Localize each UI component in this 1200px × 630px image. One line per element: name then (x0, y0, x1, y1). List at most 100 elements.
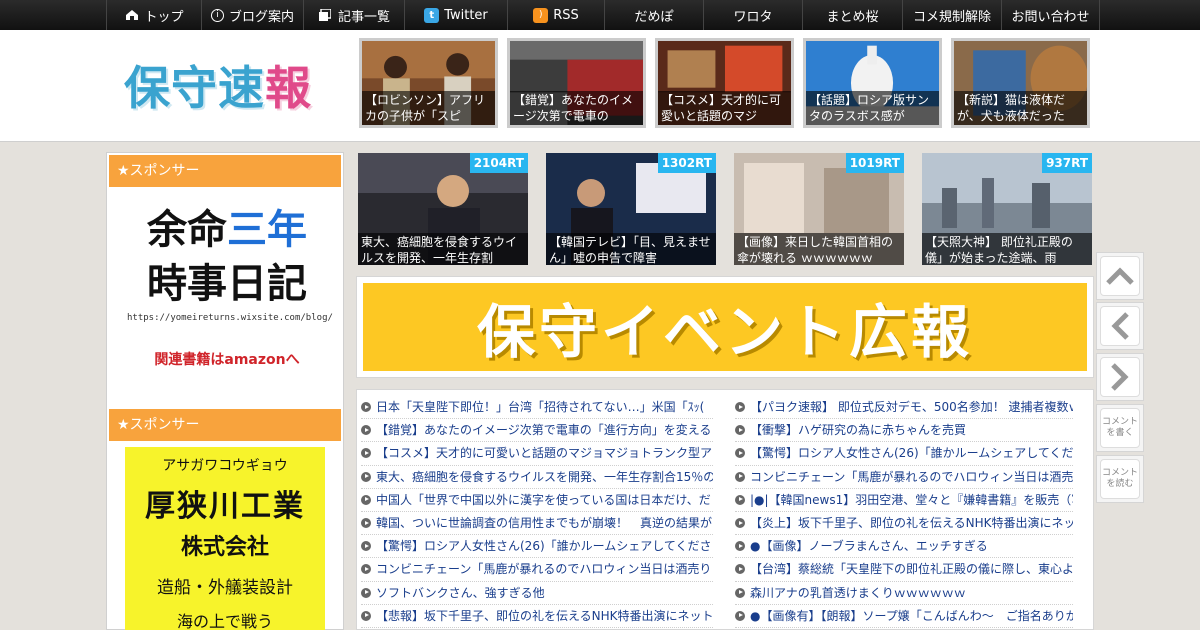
sponsor-ad-yomei[interactable]: 余命三年 時事日記 https://yomeireturns.wixsite.c… (127, 203, 333, 369)
headline-link[interactable]: ●【画像有】【朗報】ソープ嬢「こんばんわ～ ご指名ありがと (750, 605, 1073, 627)
list-item[interactable]: ●【画像有】【朗報】ソープ嬢「こんばんわ～ ご指名ありがと (735, 605, 1073, 628)
thumb-caption: 【新説】猫は液体だが、犬も液体だった (954, 91, 1087, 125)
list-item[interactable]: ●【画像】ノーブラまんさん、エッチすぎる (735, 535, 1073, 559)
nav-label: 記事一覧 (337, 9, 390, 25)
list-item[interactable]: 東大、癌細胞を侵食するウイルスを開発、一年生存割合15％の (361, 466, 713, 489)
bullet-arrow-icon (361, 610, 371, 621)
headline-link[interactable]: 韓国、ついに世論調査の信用性までもが崩壊！ 真逆の結果が (376, 512, 712, 534)
list-item[interactable]: 日本「天皇陛下即位！」台湾「招待されてない…」米国「ｽｯ( (361, 396, 713, 420)
header-thumb-article[interactable]: 【錯覚】あなたのイメージ次第で電車の (507, 38, 646, 128)
list-item[interactable]: 韓国、ついに世論調査の信用性までもが崩壊！ 真逆の結果が (361, 512, 713, 536)
headline-link[interactable]: 【驚愕】ロシア人女性さん(26)「誰かルームシェアしてくださ (750, 442, 1073, 464)
list-item[interactable]: 【驚愕】ロシア人女性さん(26)「誰かルームシェアしてくださ (735, 442, 1073, 466)
write-comment-label: コメントを書く (1102, 417, 1139, 438)
list-item[interactable]: 中国人「世界で中国以外に漢字を使っている国は日本だけ、だ (361, 489, 713, 512)
list-item[interactable]: 【パヨク速報】 即位式反対デモ、500名参加！ 逮捕者複数ｗｗ (735, 396, 1073, 420)
list-item[interactable]: 【悲報】坂下千里子、即位の礼を伝えるNHK特番出演にネット (361, 605, 713, 628)
ad-title-black: 余命 (147, 207, 227, 253)
header-thumb-article[interactable]: 【話題】ロシア版サンタのラスボス感が (803, 38, 942, 128)
nav-article-list[interactable]: 記事一覧 (303, 0, 404, 30)
nav-label: だめぽ (634, 9, 674, 25)
nav-matome-sakura[interactable]: まとめ桜 (802, 0, 902, 30)
nav-contact[interactable]: お問い合わせ (1001, 0, 1100, 30)
rss-icon: ) (533, 7, 549, 23)
sponsor-heading: ★スポンサー (109, 155, 341, 187)
headline-link[interactable]: 【パヨク速報】 即位式反対デモ、500名参加！ 逮捕者複数ｗｗ (750, 396, 1073, 418)
nav-blog-info[interactable]: i ブログ案内 (201, 0, 303, 30)
scroll-top-button[interactable] (1096, 252, 1144, 300)
bullet-arrow-icon (361, 402, 371, 413)
header-thumb-article[interactable]: 【ロビンソン】アフリカの子供が「スピ (359, 38, 498, 128)
nav-warota[interactable]: ワロタ (703, 0, 802, 30)
sponsor-ad-asagawa[interactable]: アサガワコウギョウ 厚狭川工業 株式会社 造船・外艤装設計 海の上で戦う (125, 447, 325, 630)
write-comment-button[interactable]: コメントを書く (1096, 404, 1144, 452)
bullet-arrow-icon (735, 471, 745, 482)
thumb-caption: 【天照大神】 即位礼正殿の儀」が始まった途端、雨 (922, 233, 1092, 265)
headline-list: 日本「天皇陛下即位！」台湾「招待されてない…」米国「ｽｯ( 【錯覚】あなたのイメ… (356, 389, 1094, 630)
list-item[interactable]: ソフトバンクさん、強すぎる他 (361, 582, 713, 605)
list-item[interactable]: 【台湾】蔡総統「天皇陛下の即位礼正殿の儀に際し、東心より (735, 558, 1073, 582)
next-article-button[interactable] (1096, 353, 1144, 401)
headline-link[interactable]: 中国人「世界で中国以外に漢字を使っている国は日本だけ、だ (376, 489, 711, 511)
list-item[interactable]: 森川アナの乳首透けまくりｗｗｗｗｗｗ (735, 582, 1073, 605)
list-item[interactable]: 【炎上】坂下千里子、即位の礼を伝えるNHK特番出演にネット (735, 512, 1073, 536)
bullet-arrow-icon (361, 448, 371, 459)
list-item[interactable]: コンビニチェーン「馬鹿が暴れるのでハロウィン当日は酒売り (735, 466, 1073, 489)
nav-damepo[interactable]: だめぽ (604, 0, 703, 30)
header-thumb-article[interactable]: 【新説】猫は液体だが、犬も液体だった (951, 38, 1090, 128)
rt-count-badge: 937RT (1042, 153, 1092, 173)
nav-twitter[interactable]: t Twitter (404, 0, 507, 30)
headline-link[interactable]: ソフトバンクさん、強すぎる他 (376, 582, 545, 604)
headline-column-right: 【パヨク速報】 即位式反対デモ、500名参加！ 逮捕者複数ｗｗ 【衝撃】ハゲ研究… (735, 396, 1073, 628)
ad-amazon-link[interactable]: 関連書籍はamazonへ (127, 349, 327, 369)
headline-link[interactable]: コンビニチェーン「馬鹿が暴れるのでハロウィン当日は酒売り (750, 466, 1073, 488)
site-header: 保守速報 【ロビンソン】アフリカの子供が「スピ 【錯覚】あなたのイメージ次第で電… (0, 30, 1200, 142)
twitter-icon: t (424, 7, 440, 23)
list-item[interactable]: 【錯覚】あなたのイメージ次第で電車の「進行方向」を変える (361, 419, 713, 443)
rt-count-badge: 2104RT (469, 153, 528, 173)
headline-link[interactable]: 【悲報】坂下千里子、即位の礼を伝えるNHK特番出演にネット (376, 605, 713, 627)
ad-company-sub: 海の上で戦う (176, 612, 273, 630)
list-item[interactable]: コンビニチェーン「馬鹿が暴れるのでハロウィン当日は酒売り (361, 558, 713, 582)
header-thumb-article[interactable]: 【コスメ】天才的に可愛いと話題のマジ (655, 38, 794, 128)
rt-thumb-article[interactable]: 937RT 【天照大神】 即位礼正殿の儀」が始まった途端、雨 (922, 153, 1092, 265)
headline-link[interactable]: 【驚愕】ロシア人女性さん(26)「誰かルームシェアしてくださ (376, 535, 712, 557)
read-comment-button[interactable]: コメントを読む (1096, 455, 1144, 503)
list-item[interactable]: |●|【韓国news1】羽田空港、堂々と『嫌韓書籍』を販売（写真） (735, 489, 1073, 512)
headline-link[interactable]: 森川アナの乳首透けまくりｗｗｗｗｗｗ (750, 582, 966, 604)
headline-link[interactable]: ●【画像】ノーブラまんさん、エッチすぎる (750, 535, 988, 557)
nav-top[interactable]: トップ (106, 0, 201, 30)
rt-thumb-article[interactable]: 1302RT 【韓国テレビ】「目、見えません」嘘の申告で障害 (546, 153, 716, 265)
prev-article-button[interactable] (1096, 302, 1144, 350)
bullet-arrow-icon (735, 587, 745, 598)
bullet-arrow-icon (361, 518, 371, 529)
nav-label: トップ (144, 9, 184, 25)
nav-comment-unlock[interactable]: コメ規制解除 (902, 0, 1001, 30)
list-item[interactable]: 【衝撃】ハゲ研究の為に赤ちゃんを売買 (735, 419, 1073, 443)
headline-link[interactable]: 【コスメ】天才的に可愛いと話題のマジョマジョトランク型ア (376, 442, 712, 464)
event-banner[interactable]: 保守イベント広報 (356, 276, 1094, 378)
bullet-arrow-icon (361, 494, 371, 505)
chevron-left-icon (1100, 306, 1140, 346)
headline-link[interactable]: コンビニチェーン「馬鹿が暴れるのでハロウィン当日は酒売り (376, 558, 711, 580)
headline-link[interactable]: 【錯覚】あなたのイメージ次第で電車の「進行方向」を変える (376, 419, 711, 441)
write-comment-box: コメントを書く (1100, 408, 1140, 448)
rt-thumb-article[interactable]: 2104RT 東大、癌細胞を侵食するウイルスを開発、一年生存割 (358, 153, 528, 265)
site-logo[interactable]: 保守速報 (124, 52, 312, 118)
list-item[interactable]: 【驚愕】ロシア人女性さん(26)「誰かルームシェアしてくださ (361, 535, 713, 559)
thumb-caption: 【画像】来日した韓国首相の傘が壊れる ｗｗｗｗｗｗ (734, 233, 904, 265)
chevron-right-icon (1100, 357, 1140, 397)
headline-link[interactable]: 【衝撃】ハゲ研究の為に赤ちゃんを売買 (750, 419, 966, 441)
nav-rss[interactable]: ) RSS (507, 0, 604, 30)
headline-link[interactable]: 日本「天皇陛下即位！」台湾「招待されてない…」米国「ｽｯ( (376, 396, 704, 418)
headline-link[interactable]: 東大、癌細胞を侵食するウイルスを開発、一年生存割合15％の (376, 466, 713, 488)
list-item[interactable]: 【コスメ】天才的に可愛いと話題のマジョマジョトランク型ア (361, 442, 713, 466)
rt-thumb-article[interactable]: 1019RT 【画像】来日した韓国首相の傘が壊れる ｗｗｗｗｗｗ (734, 153, 904, 265)
headline-link[interactable]: |●|【韓国news1】羽田空港、堂々と『嫌韓書籍』を販売（写真） (750, 489, 1073, 511)
rt-count-badge: 1019RT (845, 153, 904, 173)
ad-company-type: 株式会社 (180, 535, 269, 560)
headline-link[interactable]: 【台湾】蔡総統「天皇陛下の即位礼正殿の儀に際し、東心より (750, 558, 1073, 580)
list-icon (318, 8, 333, 23)
bullet-arrow-icon (735, 425, 745, 436)
headline-link[interactable]: 【炎上】坂下千里子、即位の礼を伝えるNHK特番出演にネット (750, 512, 1073, 534)
